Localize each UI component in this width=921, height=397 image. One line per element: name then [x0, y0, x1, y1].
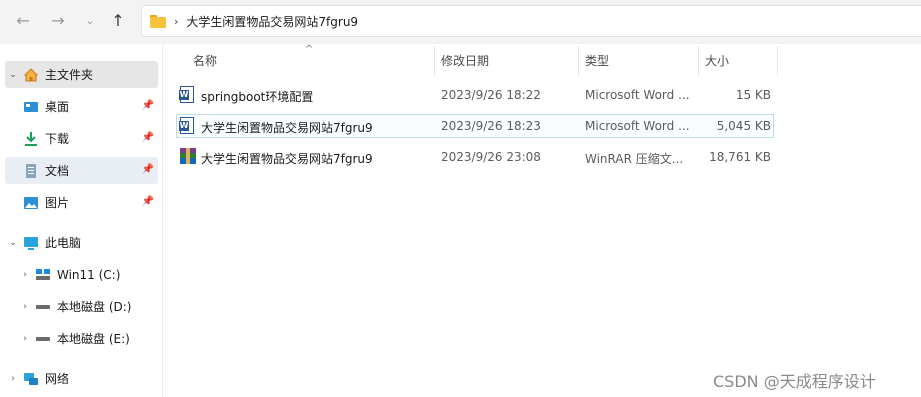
file-row[interactable]: W springboot环境配置 2023/9/26 18:22 Microso…	[176, 83, 774, 107]
sidebar-item-network[interactable]: › 网络	[5, 365, 158, 392]
file-size: 18,761 KB	[709, 150, 771, 164]
recent-locations-button[interactable]: ⌄	[77, 8, 103, 32]
arrow-up-icon: ↑	[111, 10, 125, 30]
navigation-bar: ← → ⌄ ↑ › 大学生闲置物品交易网站7fgru9	[0, 0, 921, 44]
column-divider[interactable]	[434, 46, 435, 76]
desktop-icon	[23, 99, 39, 115]
column-divider[interactable]	[698, 46, 699, 76]
chevron-right-icon[interactable]: ›	[7, 374, 19, 384]
sidebar-item-label: 本地磁盘 (E:)	[57, 332, 130, 346]
column-divider[interactable]	[578, 46, 579, 76]
download-icon	[23, 131, 39, 147]
file-name[interactable]: springboot环境配置	[201, 88, 313, 105]
file-type: Microsoft Word ...	[585, 88, 690, 102]
column-header-size[interactable]: 大小	[705, 52, 729, 74]
file-row[interactable]: 大学生闲置物品交易网站7fgru9 2023/9/26 23:08 WinRAR…	[176, 145, 774, 169]
sidebar-item-downloads[interactable]: 下载 📌	[5, 125, 158, 152]
chevron-down-icon[interactable]: ⌄	[7, 238, 19, 248]
watermark: CSDN @天成程序设计	[713, 372, 876, 391]
breadcrumb-current-folder[interactable]: 大学生闲置物品交易网站7fgru9	[186, 13, 358, 30]
sidebar-item-home[interactable]: ⌄ 主文件夹	[5, 61, 158, 88]
sidebar-item-label: 下载	[45, 132, 70, 146]
sidebar-item-label: 桌面	[45, 100, 70, 114]
documents-icon	[23, 163, 39, 179]
word-document-icon: W	[179, 86, 196, 104]
monitor-icon	[23, 235, 39, 251]
up-button[interactable]: ↑	[105, 8, 131, 32]
sidebar-item-documents[interactable]: 文档 📌	[5, 157, 158, 184]
file-type: WinRAR 压缩文...	[585, 152, 684, 166]
file-size: 15 KB	[735, 88, 771, 102]
pin-icon[interactable]: 📌	[142, 132, 154, 143]
pin-icon[interactable]: 📌	[142, 100, 154, 111]
column-header-type[interactable]: 类型	[585, 52, 609, 74]
file-name[interactable]: 大学生闲置物品交易网站7fgru9	[201, 150, 373, 167]
file-row-selected[interactable]: W 大学生闲置物品交易网站7fgru9 2023/9/26 18:23 Micr…	[176, 114, 774, 138]
network-icon	[23, 371, 39, 387]
sidebar-item-drive-c[interactable]: › Win11 (C:)	[5, 261, 158, 288]
sidebar-item-label: 文档	[45, 164, 70, 178]
sidebar-item-label: 本地磁盘 (D:)	[57, 300, 132, 314]
file-size: 5,045 KB	[716, 119, 771, 133]
sidebar-item-pictures[interactable]: 图片 📌	[5, 189, 158, 216]
home-icon	[23, 67, 39, 83]
back-button[interactable]: ←	[10, 8, 36, 32]
pin-icon[interactable]: 📌	[142, 164, 154, 175]
chevron-right-icon[interactable]: ›	[19, 302, 31, 312]
sidebar-item-label: Win11 (C:)	[57, 267, 121, 282]
pictures-icon	[23, 195, 39, 211]
sidebar-item-drive-e[interactable]: › 本地磁盘 (E:)	[5, 325, 158, 352]
file-modified: 2023/9/26 18:22	[441, 88, 541, 102]
arrow-left-icon: ←	[16, 10, 30, 30]
arrow-right-icon: →	[51, 10, 65, 30]
chevron-down-icon: ⌄	[85, 13, 95, 27]
chevron-right-icon[interactable]: ›	[19, 334, 31, 344]
file-modified: 2023/9/26 18:23	[441, 119, 541, 133]
breadcrumb-separator[interactable]: ›	[174, 15, 178, 28]
chevron-right-icon[interactable]: ›	[19, 270, 31, 280]
column-header-name[interactable]: 名称	[193, 52, 217, 74]
sidebar-item-label: 主文件夹	[45, 68, 94, 82]
windows-drive-icon	[35, 267, 51, 283]
file-name[interactable]: 大学生闲置物品交易网站7fgru9	[201, 119, 373, 136]
file-modified: 2023/9/26 23:08	[441, 150, 541, 164]
sidebar-item-drive-d[interactable]: › 本地磁盘 (D:)	[5, 293, 158, 320]
navigation-pane: ⌄ 主文件夹 桌面 📌 下载 📌 文档 📌 图片 📌 ⌄ 此电脑 › Win11…	[0, 44, 163, 397]
drive-icon	[35, 331, 51, 347]
column-header-modified[interactable]: 修改日期	[441, 52, 489, 74]
sort-ascending-icon: ^	[305, 44, 314, 55]
winrar-archive-icon	[180, 148, 196, 166]
word-document-icon: W	[179, 117, 196, 135]
sidebar-item-label: 网络	[45, 372, 70, 386]
chevron-down-icon[interactable]: ⌄	[7, 70, 19, 80]
column-divider[interactable]	[777, 46, 778, 76]
file-type: Microsoft Word ...	[585, 119, 690, 133]
pin-icon[interactable]: 📌	[142, 196, 154, 207]
forward-button[interactable]: →	[45, 8, 71, 32]
sidebar-item-desktop[interactable]: 桌面 📌	[5, 93, 158, 120]
address-bar[interactable]: › 大学生闲置物品交易网站7fgru9	[141, 5, 921, 37]
sidebar-item-label: 图片	[45, 196, 70, 210]
folder-icon	[150, 14, 166, 28]
drive-icon	[35, 299, 51, 315]
sidebar-item-label: 此电脑	[45, 236, 82, 250]
sidebar-item-this-pc[interactable]: ⌄ 此电脑	[5, 229, 158, 256]
